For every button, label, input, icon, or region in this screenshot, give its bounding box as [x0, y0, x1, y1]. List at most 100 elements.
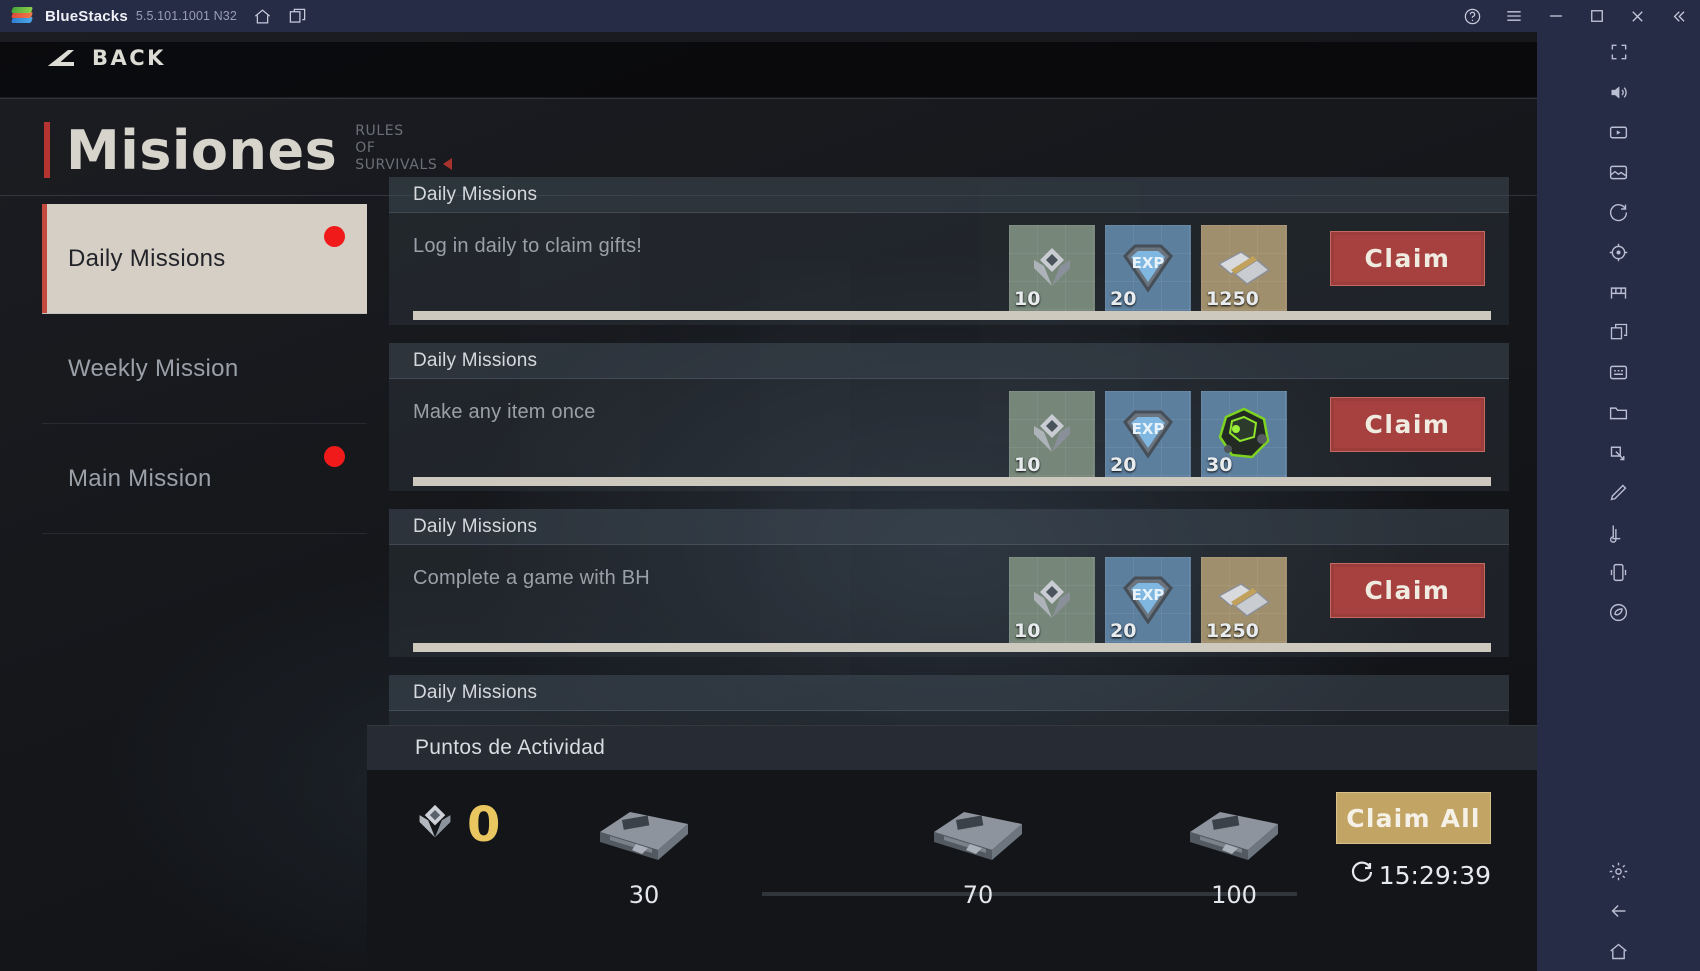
notification-badge: [324, 226, 345, 247]
rank-chevron-icon: [411, 798, 459, 851]
reward-item[interactable]: 10: [1009, 557, 1095, 643]
brand-line-2: OF: [355, 140, 376, 156]
refresh-icon: [1350, 860, 1374, 890]
eco-mode-icon[interactable]: [1537, 592, 1700, 632]
multi-instance-icon[interactable]: [1537, 312, 1700, 352]
milestone-crate[interactable]: 30: [589, 802, 699, 909]
claim-button[interactable]: Claim: [1330, 563, 1485, 618]
crate-icon: [592, 812, 696, 868]
milestone-label: 100: [1211, 881, 1257, 909]
activity-points-panel: Puntos de Actividad 0 30 70 100 Claim Al…: [367, 725, 1537, 971]
volume-icon[interactable]: [1537, 72, 1700, 112]
svg-text:EXP: EXP: [1132, 420, 1165, 438]
claim-all-button[interactable]: Claim All: [1336, 792, 1491, 844]
gear-icon[interactable]: [1537, 851, 1700, 891]
title-bar: BlueStacks 5.5.101.1001 N32: [0, 0, 1700, 32]
mission-card[interactable]: Daily Missions Log in daily to claim gif…: [389, 177, 1509, 325]
activity-points-title: Puntos de Actividad: [415, 736, 606, 759]
maximize-icon[interactable]: [1588, 7, 1606, 25]
sidebar-item-weekly-mission[interactable]: Weekly Mission: [42, 314, 367, 424]
milestone-crate[interactable]: 70: [923, 802, 1033, 909]
reward-item[interactable]: EXP 20: [1105, 225, 1191, 311]
fullscreen-icon[interactable]: [1537, 32, 1700, 72]
reward-value: 20: [1110, 288, 1137, 310]
sidebar-item-label: Weekly Mission: [68, 354, 239, 382]
reward-value: 1250: [1206, 288, 1259, 310]
claim-button[interactable]: Claim: [1330, 231, 1485, 286]
mission-description: Make any item once: [413, 401, 596, 423]
mission-card-body: Complete a game with BH 10 EXP 20 1250 C…: [389, 545, 1509, 657]
mission-title: Daily Missions: [413, 183, 538, 205]
multi-instance-icon[interactable]: [288, 7, 307, 26]
keymapping-icon[interactable]: [1537, 432, 1700, 472]
page-title: Misiones: [66, 119, 338, 182]
mission-list[interactable]: Daily Missions Log in daily to claim gif…: [367, 177, 1537, 757]
mission-category-nav: Daily Missions Weekly Mission Main Missi…: [42, 204, 367, 644]
sidebar-item-label: Daily Missions: [68, 244, 226, 272]
edit-icon[interactable]: [1537, 472, 1700, 512]
location-icon[interactable]: [1537, 232, 1700, 272]
close-icon[interactable]: [1628, 7, 1647, 26]
activity-points-value: 0: [467, 796, 501, 853]
mission-card[interactable]: Daily Missions Complete a game with BH 1…: [389, 509, 1509, 657]
video-record-icon[interactable]: [1537, 112, 1700, 152]
claim-button[interactable]: Claim: [1330, 397, 1485, 452]
reward-item[interactable]: EXP 20: [1105, 557, 1191, 643]
notification-badge: [324, 446, 345, 467]
reset-timer: 15:29:39: [1331, 860, 1491, 890]
page-title-block: Misiones RULES OF SURVIVALS: [44, 119, 453, 182]
reward-item[interactable]: 1250: [1201, 557, 1287, 643]
home-icon[interactable]: [253, 7, 272, 26]
brand-triangle-icon: [443, 158, 453, 170]
trim-icon[interactable]: [1537, 512, 1700, 552]
bluestacks-sidebar: [1537, 32, 1700, 971]
activity-points-score: 0: [411, 798, 500, 851]
collapse-sidebar-icon[interactable]: [1669, 7, 1688, 26]
milestone-label: 30: [628, 881, 660, 909]
reward-item[interactable]: 10: [1009, 391, 1095, 477]
back-button[interactable]: BACK: [44, 46, 166, 70]
reward-value: 30: [1206, 454, 1233, 476]
back-arrow-icon[interactable]: [1537, 891, 1700, 931]
shake-icon[interactable]: [1537, 552, 1700, 592]
reward-item[interactable]: 10: [1009, 225, 1095, 311]
screenshot-icon[interactable]: [1537, 152, 1700, 192]
reward-list: 10 EXP 20: [1009, 225, 1287, 311]
home-icon[interactable]: [1537, 931, 1700, 971]
reward-list: 10 EXP 20: [1009, 391, 1287, 477]
hamburger-menu-icon[interactable]: [1504, 6, 1524, 26]
game-controls-icon[interactable]: [1537, 272, 1700, 312]
macro-icon[interactable]: [1537, 352, 1700, 392]
activity-points-header: Puntos de Actividad: [367, 726, 1537, 770]
app-name: BlueStacks: [45, 7, 128, 25]
milestone-crate[interactable]: 100: [1179, 802, 1289, 909]
sidebar-filler: [42, 534, 367, 644]
mission-title: Daily Missions: [413, 681, 538, 703]
mission-card-header: Daily Missions: [389, 675, 1509, 711]
mission-card[interactable]: Daily Missions Make any item once 10 EXP…: [389, 343, 1509, 491]
reward-item[interactable]: 1250: [1201, 225, 1287, 311]
reward-item[interactable]: 30: [1201, 391, 1287, 477]
minimize-icon[interactable]: [1546, 6, 1566, 26]
svg-text:EXP: EXP: [1132, 586, 1165, 604]
rotate-icon[interactable]: [1537, 192, 1700, 232]
reward-item[interactable]: EXP 20: [1105, 391, 1191, 477]
mission-title: Daily Missions: [413, 349, 538, 371]
reward-value: 1250: [1206, 620, 1259, 642]
folder-icon[interactable]: [1537, 392, 1700, 432]
svg-text:EXP: EXP: [1132, 254, 1165, 272]
sidebar-item-main-mission[interactable]: Main Mission: [42, 424, 367, 534]
bluestacks-logo-icon: [10, 6, 36, 26]
divider-top: [0, 98, 1537, 99]
brand-label: RULES OF SURVIVALS: [355, 123, 453, 174]
sidebar-item-daily-missions[interactable]: Daily Missions: [42, 204, 367, 314]
game-viewport: BACK Misiones RULES OF SURVIVALS Daily M…: [0, 32, 1537, 971]
bluestacks-window: BlueStacks 5.5.101.1001 N32 BACK Misione…: [0, 0, 1700, 971]
back-bar: BACK: [0, 42, 1537, 97]
milestone-label: 70: [962, 881, 994, 909]
reward-list: 10 EXP 20: [1009, 557, 1287, 643]
help-icon[interactable]: [1463, 7, 1482, 26]
title-accent-bar: [44, 122, 50, 178]
app-version: 5.5.101.1001 N32: [135, 9, 237, 23]
sidebar-item-label: Main Mission: [68, 464, 212, 492]
